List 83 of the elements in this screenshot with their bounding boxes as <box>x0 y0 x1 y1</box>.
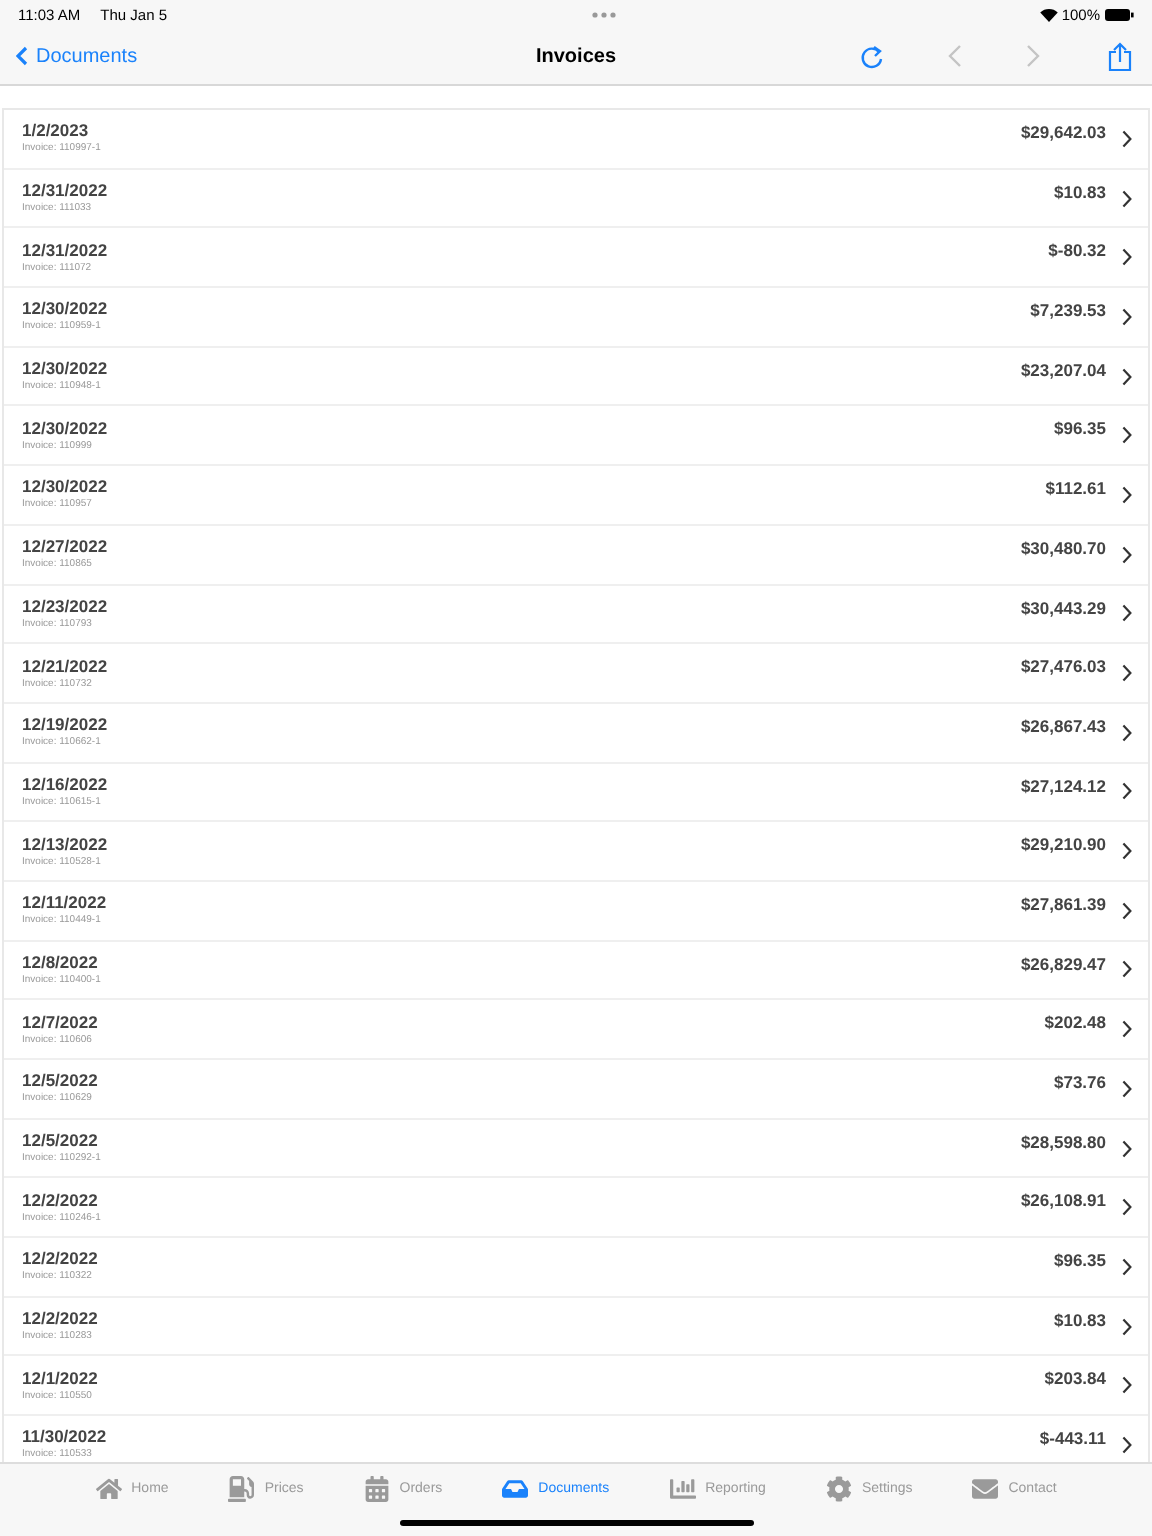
invoice-amount: $7,239.53 <box>1030 300 1106 321</box>
invoice-date: 12/30/2022 <box>22 417 108 440</box>
chevron-icon <box>1122 664 1132 683</box>
invoice-date: 12/23/2022 <box>22 595 108 618</box>
invoice-amount: $29,642.03 <box>1020 122 1106 142</box>
chevron-icon <box>1122 782 1132 801</box>
settings-icon <box>825 1476 852 1502</box>
invoice-amount: $27,124.12 <box>1020 775 1106 796</box>
invoice-date: 11/30/2022 <box>22 1426 107 1449</box>
invoice-date: 12/31/2022 <box>22 239 108 262</box>
mail-icon <box>972 1476 999 1502</box>
chevron-icon <box>1122 604 1132 623</box>
invoice-date: 12/31/2022 <box>22 180 108 203</box>
battery-icon <box>1104 7 1134 21</box>
calendar-icon <box>363 1476 390 1502</box>
invoice-amount: $96.35 <box>1054 418 1106 439</box>
invoice-amount: $28,598.80 <box>1020 1131 1106 1152</box>
chevron-left-icon <box>16 46 28 66</box>
chevron-icon <box>1122 842 1132 861</box>
invoice-amount: $202.48 <box>1044 1012 1106 1033</box>
invoice-amount: $10.83 <box>1054 1309 1106 1330</box>
chevron-icon <box>1122 189 1132 208</box>
chevron-icon <box>1122 1079 1132 1098</box>
invoice-date: 12/7/2022 <box>22 1011 98 1034</box>
chevron-icon <box>1122 426 1132 445</box>
chevron-icon <box>1122 1139 1132 1158</box>
chevron-icon <box>1122 1257 1132 1276</box>
invoice-date: 12/2/2022 <box>22 1189 100 1212</box>
invoice-date: 12/11/2022 <box>22 892 107 915</box>
home-icon <box>95 1476 122 1502</box>
more-icon <box>591 11 616 17</box>
invoice-date: 12/30/2022 <box>22 298 108 321</box>
invoice-amount: $26,829.47 <box>1020 953 1106 974</box>
chevron-icon <box>1122 1376 1132 1395</box>
invoice-date: 12/16/2022 <box>22 773 108 796</box>
chevron-icon <box>1122 1435 1132 1454</box>
invoice-amount: $23,207.04 <box>1020 359 1106 380</box>
invoice-date: 12/8/2022 <box>22 951 100 974</box>
invoice-amount: $-443.11 <box>1039 1428 1106 1449</box>
chevron-icon <box>1122 248 1132 267</box>
chevron-icon <box>1122 901 1132 920</box>
chevron-icon <box>1122 723 1132 742</box>
chevron-icon <box>1122 129 1132 148</box>
invoice-date: 12/30/2022 <box>22 358 108 381</box>
invoice-date: 12/19/2022 <box>22 714 108 737</box>
refresh-button[interactable] <box>860 43 884 69</box>
invoice-date: 12/5/2022 <box>22 1130 100 1153</box>
invoice-amount: $26,108.91 <box>1020 1190 1106 1211</box>
invoice-date: 12/30/2022 <box>22 476 108 499</box>
chevron-icon <box>1122 307 1132 326</box>
invoice-amount: $112.61 <box>1045 478 1106 499</box>
nav-title: Invoices <box>535 45 617 67</box>
invoice-amount: $29,210.90 <box>1020 834 1106 855</box>
chevron-icon <box>1122 485 1132 504</box>
chevron-icon <box>1122 545 1132 564</box>
invoice-date: 1/2/2023 <box>22 120 91 143</box>
invoice-date: 12/13/2022 <box>22 833 108 856</box>
invoice-amount: $27,861.39 <box>1020 893 1106 914</box>
invoice-amount: $30,443.29 <box>1020 597 1106 617</box>
chevron-icon <box>1122 367 1132 386</box>
invoice-date: 12/21/2022 <box>22 655 108 678</box>
invoice-amount: $27,476.03 <box>1020 656 1106 677</box>
fuel-pump-icon <box>228 1476 255 1502</box>
invoice-date: 12/1/2022 <box>22 1367 98 1390</box>
invoice-amount: $203.84 <box>1044 1368 1106 1389</box>
bar-chart-icon <box>669 1476 696 1502</box>
invoice-date: 12/27/2022 <box>22 536 108 559</box>
invoice-date: 12/2/2022 <box>22 1308 98 1331</box>
invoice-date: 12/5/2022 <box>22 1070 98 1093</box>
inbox-icon <box>502 1476 529 1502</box>
wifi-icon <box>1039 7 1058 21</box>
invoice-amount: $30,480.70 <box>1020 537 1106 558</box>
invoice-date: 12/2/2022 <box>22 1248 98 1271</box>
chevron-icon <box>1122 960 1132 979</box>
invoice-amount: $26,867.43 <box>1020 715 1106 736</box>
share-button[interactable] <box>1108 41 1132 71</box>
invoice-amount: $-80.32 <box>1048 240 1106 261</box>
chevron-icon <box>1122 1198 1132 1217</box>
invoice-amount: $96.35 <box>1054 1250 1106 1271</box>
chevron-icon <box>1122 1317 1132 1336</box>
invoice-amount: $10.83 <box>1054 181 1106 202</box>
chevron-icon <box>1122 1020 1132 1039</box>
invoice-amount: $73.76 <box>1054 1072 1106 1092</box>
